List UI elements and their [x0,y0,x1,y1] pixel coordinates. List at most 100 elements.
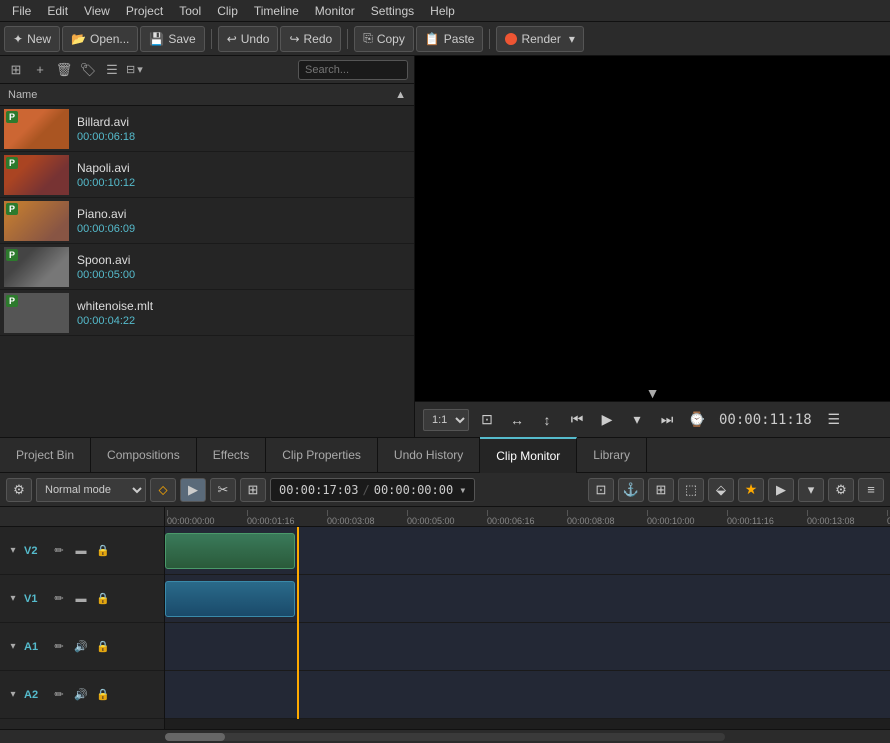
render-button[interactable]: Render ▾ [496,26,583,52]
list-item[interactable]: P Piano.avi 00:00:06:09 [0,198,414,244]
mode-select[interactable]: Normal mode [36,478,146,502]
filter-icon: ⊟ [126,63,135,76]
tab-undo-history[interactable]: Undo History [378,437,480,473]
timeline-scrollbar[interactable] [165,733,725,741]
loop-button[interactable]: ⌚ [685,408,709,432]
fast-forward-button[interactable]: ⏭ [655,408,679,432]
v1-pen-icon[interactable]: ✏ [50,590,68,608]
v2-pen-icon[interactable]: ✏ [50,542,68,560]
tl-link-btn[interactable]: ⚓ [618,478,644,502]
track-row-v1[interactable] [165,575,890,623]
a1-label: A1 [24,641,46,653]
tl-split-btn[interactable]: ⬚ [678,478,704,502]
menu-help[interactable]: Help [422,2,463,20]
menu-tool[interactable]: Tool [171,2,209,20]
a1-pen-icon[interactable]: ✏ [50,638,68,656]
panel-menu-icon[interactable]: ☰ [102,60,122,80]
track-row-v2[interactable] [165,527,890,575]
tl-star-btn[interactable]: ★ [738,478,764,502]
sort-icon[interactable]: ▲ [395,89,406,101]
scrollbar-thumb[interactable] [165,733,225,741]
v1-expand[interactable]: ▾ [6,592,20,606]
a1-lock-icon[interactable]: 🔒 [94,638,112,656]
v2-expand[interactable]: ▾ [6,544,20,558]
zoom-out-button[interactable]: ↕ [535,408,559,432]
a2-lock-icon[interactable]: 🔒 [94,686,112,704]
timecode-dropdown[interactable]: ▾ [459,483,466,497]
file-thumbnail: P [4,293,69,333]
project-panel: ⊞ + 🗑 🏷 ☰ ⊟ ▾ Name ▲ P Billa [0,56,415,437]
play-button[interactable]: ▶ [595,408,619,432]
tab-effects[interactable]: Effects [197,437,266,473]
fit-screen-button[interactable]: ⊡ [475,408,499,432]
list-item[interactable]: P Napoli.avi 00:00:10:12 [0,152,414,198]
tl-play-btn[interactable]: ▶ [768,478,794,502]
copy-button[interactable]: ⎘ Copy [354,26,414,52]
filter-button[interactable]: ⊟ ▾ [126,63,143,76]
new-button[interactable]: ✦ New [4,26,60,52]
a2-expand[interactable]: ▾ [6,688,20,702]
tl-cut-btn[interactable]: ✂ [210,478,236,502]
menu-clip[interactable]: Clip [209,2,246,20]
tab-clip-monitor[interactable]: Clip Monitor [480,437,577,473]
panel-delete-icon[interactable]: 🗑 [54,60,74,80]
zoom-in-button[interactable]: ↔ [505,408,529,432]
tl-extract-btn[interactable]: ⬙ [708,478,734,502]
tl-insert-btn[interactable]: ⬦ [150,478,176,502]
a1-expand[interactable]: ▾ [6,640,20,654]
settings-icon[interactable]: ☰ [822,408,846,432]
panel-grid-icon[interactable]: ⊞ [6,60,26,80]
track-row-a2[interactable] [165,671,890,719]
tl-group2-btn[interactable]: ⊞ [648,478,674,502]
list-item[interactable]: P Spoon.avi 00:00:05:00 [0,244,414,290]
v1-lock-icon[interactable]: 🔒 [94,590,112,608]
search-input[interactable] [305,64,401,76]
tl-more-btn[interactable]: ⚙ [828,478,854,502]
list-item[interactable]: P whitenoise.mlt 00:00:04:22 [0,290,414,336]
panel-tag-icon[interactable]: 🏷 [78,60,98,80]
tab-clip-properties[interactable]: Clip Properties [266,437,378,473]
ruler-mark: 00:00:00:00 [167,510,247,526]
v2-lock-icon[interactable]: 🔒 [94,542,112,560]
playhead[interactable] [297,527,299,719]
menu-file[interactable]: File [4,2,39,20]
panel-add-icon[interactable]: + [30,60,50,80]
rewind-button[interactable]: ⏮ [565,408,589,432]
v1-clip-icon[interactable]: ▬ [72,590,90,608]
paste-button[interactable]: 📋 Paste [416,26,484,52]
tab-project-bin[interactable]: Project Bin [0,437,91,473]
tl-play-dropdown[interactable]: ▾ [798,478,824,502]
tl-snap-btn[interactable]: ⊡ [588,478,614,502]
a1-mute-icon[interactable]: 🔊 [72,638,90,656]
menu-settings[interactable]: Settings [363,2,422,20]
menu-project[interactable]: Project [118,2,171,20]
menu-monitor[interactable]: Monitor [307,2,363,20]
undo-button[interactable]: ↩ Undo [218,26,279,52]
a2-mute-icon[interactable]: 🔊 [72,686,90,704]
save-button[interactable]: 💾 Save [140,26,204,52]
tab-library[interactable]: Library [577,437,647,473]
v1-clip[interactable] [165,581,295,617]
tl-settings-btn[interactable]: ⚙ [6,478,32,502]
menu-timeline[interactable]: Timeline [246,2,307,20]
file-info: Spoon.avi 00:00:05:00 [77,253,135,281]
tl-overwrite-btn[interactable]: ▶ [180,478,206,502]
menu-edit[interactable]: Edit [39,2,76,20]
open-icon: 📂 [71,32,86,46]
a2-pen-icon[interactable]: ✏ [50,686,68,704]
open-button[interactable]: 📂 Open... [62,26,138,52]
redo-button[interactable]: ↪ Redo [280,26,341,52]
tl-extra-btn[interactable]: ≡ [858,478,884,502]
tl-group-btn[interactable]: ⊞ [240,478,266,502]
tracks-container[interactable]: 00:00:00:00 00:00:01:16 00:00:03:08 00:0… [165,507,890,729]
zoom-select[interactable]: 1:1 1:2 Fit [423,409,469,431]
menu-view[interactable]: View [76,2,118,20]
track-row-a1[interactable] [165,623,890,671]
v2-clip-icon[interactable]: ▬ [72,542,90,560]
play-dropdown-icon[interactable]: ▾ [625,408,649,432]
v2-clip[interactable] [165,533,295,569]
search-box[interactable] [298,60,408,80]
tab-compositions[interactable]: Compositions [91,437,197,473]
list-item[interactable]: P Billard.avi 00:00:06:18 [0,106,414,152]
file-name: Piano.avi [77,207,135,221]
